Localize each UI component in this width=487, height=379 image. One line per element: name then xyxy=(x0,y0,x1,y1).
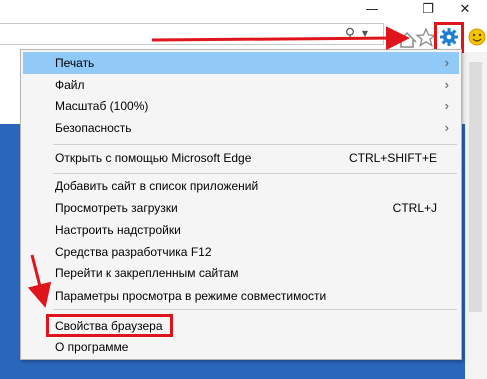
menu-item-addons[interactable]: Настроить надстройки xyxy=(23,219,459,241)
menu-item-label: О программе xyxy=(55,340,129,354)
menu-item-label: Средства разработчика F12 xyxy=(55,245,212,259)
menu-item-file[interactable]: Файл › xyxy=(23,74,459,96)
menu-item-label: Масштаб (100%) xyxy=(55,99,149,113)
menu-item-pinned-sites[interactable]: Перейти к закрепленным сайтам xyxy=(23,262,459,284)
menu-item-label: Настроить надстройки xyxy=(55,223,181,237)
scrollbar[interactable] xyxy=(465,52,487,379)
menu-item-devtools[interactable]: Средства разработчика F12 xyxy=(23,241,459,263)
menu-separator xyxy=(53,144,457,145)
home-icon[interactable] xyxy=(397,31,417,48)
menu-item-add-site[interactable]: Добавить сайт в список приложений xyxy=(23,175,459,197)
menu-item-downloads[interactable]: Просмотреть загрузки CTRL+J xyxy=(23,197,459,219)
menu-item-compat-view[interactable]: Параметры просмотра в режиме совместимос… xyxy=(23,285,459,307)
menu-item-label: Файл xyxy=(55,78,85,92)
menu-item-label: Добавить сайт в список приложений xyxy=(55,179,259,193)
menu-item-label: Перейти к закрепленным сайтам xyxy=(55,266,239,280)
menu-item-safety[interactable]: Безопасность › xyxy=(23,117,459,139)
menu-item-print[interactable]: Печать › xyxy=(23,52,459,74)
chevron-right-icon: › xyxy=(444,77,449,92)
menu-item-label: Печать xyxy=(55,56,95,70)
menu-item-shortcut: CTRL+J xyxy=(392,201,437,215)
menu-item-about[interactable]: О программе xyxy=(23,336,459,358)
menu-item-label: Параметры просмотра в режиме совместимос… xyxy=(55,289,327,303)
menu-separator xyxy=(53,309,457,310)
menu-separator xyxy=(53,173,457,174)
smiley-icon[interactable] xyxy=(468,28,486,46)
menu-item-open-edge[interactable]: Открыть с помощью Microsoft Edge CTRL+SH… xyxy=(23,147,459,169)
menu-item-label: Открыть с помощью Microsoft Edge xyxy=(55,151,252,165)
menu-item-zoom[interactable]: Масштаб (100%) › xyxy=(23,95,459,117)
menu-item-label: Просмотреть загрузки xyxy=(55,201,178,215)
options-annotation-box xyxy=(46,314,173,337)
menu-item-shortcut: CTRL+SHIFT+E xyxy=(348,151,437,165)
star-icon[interactable] xyxy=(415,27,437,47)
chevron-right-icon: › xyxy=(444,98,449,113)
chevron-right-icon: › xyxy=(444,55,449,70)
menu-item-label: Безопасность xyxy=(55,121,132,135)
chevron-right-icon: › xyxy=(444,120,449,135)
